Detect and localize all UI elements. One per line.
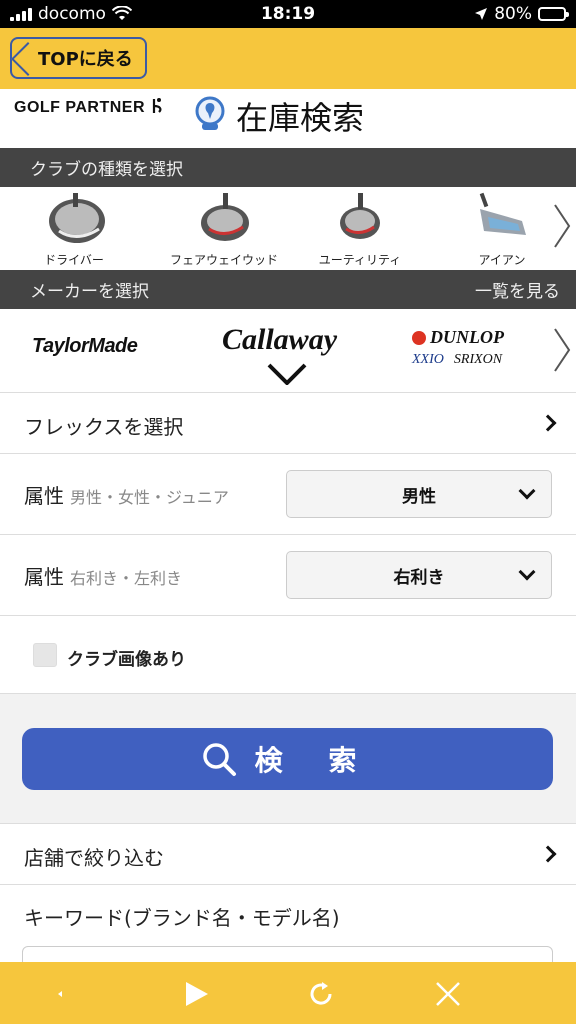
- gender-attribute-row: 属性 男性・女性・ジュニア 男性: [0, 454, 576, 535]
- callaway-chevron-mark: [267, 363, 307, 385]
- club-image-checkbox-label[interactable]: クラブ画像あり: [67, 645, 186, 670]
- club-item-label: フェアウェイウッド: [169, 253, 278, 267]
- club-image-checkbox[interactable]: [33, 643, 57, 667]
- search-magnifier-icon: [195, 96, 225, 130]
- gender-attribute-title: 属性: [24, 484, 64, 508]
- hand-attribute-row: 属性 右利き・左利き 右利き: [0, 535, 576, 616]
- chevron-down-icon: [518, 563, 536, 581]
- club-item-label: ドライバー: [44, 253, 104, 267]
- club-carousel-next-icon[interactable]: [551, 201, 575, 251]
- back-button-label: TOPに戻る: [38, 49, 133, 70]
- club-item-utility[interactable]: ユーティリティ: [300, 191, 420, 268]
- forward-nav-button[interactable]: [178, 976, 214, 1012]
- page-title-text: 在庫検索: [236, 99, 365, 137]
- maker-logo-callaway[interactable]: Callaway: [222, 323, 338, 385]
- gender-attribute-label: 属性 男性・女性・ジュニア: [24, 480, 229, 509]
- page: docomo 18:19 80% TOPに戻る GOLF PARTNER 在庫検…: [0, 0, 576, 1024]
- browser-toolbar: [0, 962, 576, 1024]
- maker-logo-text: Callaway: [222, 323, 338, 356]
- chevron-right-icon: [539, 845, 557, 863]
- hand-select[interactable]: 右利き: [286, 551, 552, 599]
- store-filter-label: 店舗で絞り込む: [24, 846, 164, 870]
- maker-logo-taylormade[interactable]: TaylorMade: [32, 335, 138, 358]
- status-bar: docomo 18:19 80%: [0, 0, 576, 28]
- search-button[interactable]: 検 索: [22, 728, 553, 790]
- hand-attribute-hint: 右利き・左利き: [70, 569, 183, 588]
- hand-select-value: 右利き: [393, 567, 445, 588]
- maker-logo-text: DUNLOP: [430, 327, 504, 347]
- play-forward-icon: [186, 982, 208, 1006]
- search-area: 検 索: [0, 694, 576, 824]
- golf-partner-logo[interactable]: GOLF PARTNER: [14, 97, 164, 117]
- top-header: TOPに戻る: [0, 28, 576, 89]
- maker-logo-text: TaylorMade: [32, 335, 138, 357]
- search-icon: [202, 743, 236, 776]
- club-type-carousel: ドライバー フェアウェイウッド ユーティリティ アイアン: [0, 187, 576, 269]
- close-button[interactable]: [430, 976, 466, 1012]
- gender-attribute-hint: 男性・女性・ジュニア: [70, 488, 229, 507]
- gender-select[interactable]: 男性: [286, 470, 552, 518]
- back-arrow-icon: [58, 991, 62, 997]
- store-filter-row[interactable]: 店舗で絞り込む: [0, 825, 576, 885]
- gender-select-value: 男性: [402, 486, 436, 507]
- image-filter-row: クラブ画像あり: [0, 616, 576, 694]
- back-to-top-button[interactable]: TOPに戻る: [10, 37, 147, 79]
- page-title: 在庫検索: [192, 93, 364, 139]
- driver-club-image: [49, 193, 105, 243]
- close-icon: [436, 982, 460, 1006]
- club-item-label: アイアン: [478, 253, 526, 267]
- flex-select-label: フレックスを選択: [24, 415, 184, 439]
- back-nav-button[interactable]: [42, 976, 78, 1012]
- chevron-right-icon: [539, 414, 557, 432]
- maker-section-header: メーカーを選択 一覧を見る: [0, 270, 576, 309]
- location-icon: [475, 8, 488, 20]
- srixon-logo-text: SRIXON: [453, 352, 503, 367]
- battery-percent: 80%: [494, 4, 532, 24]
- keyword-label: キーワード(ブランド名・モデル名): [24, 906, 340, 930]
- maker-list-link[interactable]: 一覧を見る: [475, 277, 560, 302]
- maker-logo-dunlop[interactable]: DUNLOP XXIO SRIXON: [412, 327, 552, 368]
- reload-icon: [310, 982, 332, 1005]
- golfer-mark-icon: [152, 98, 162, 113]
- club-type-section-header: クラブの種類を選択: [0, 148, 576, 187]
- dunlop-ball-icon: [412, 330, 426, 345]
- club-item-driver[interactable]: ドライバー: [14, 191, 134, 268]
- search-button-label: 検 索: [254, 744, 375, 777]
- club-item-fairway-wood[interactable]: フェアウェイウッド: [164, 191, 284, 268]
- fairway-wood-club-image: [201, 193, 249, 241]
- club-item-label: ユーティリティ: [318, 253, 402, 267]
- golf-partner-logo-text: GOLF PARTNER: [14, 99, 146, 116]
- hand-attribute-title: 属性: [24, 565, 64, 589]
- maker-section-title: メーカーを選択: [30, 282, 149, 302]
- club-type-section-title: クラブの種類を選択: [30, 160, 183, 180]
- club-item-iron[interactable]: アイアン: [446, 191, 558, 268]
- reload-button[interactable]: [303, 976, 339, 1012]
- battery-icon: [538, 7, 569, 21]
- xxio-logo-text: XXIO: [412, 352, 444, 367]
- hand-attribute-label: 属性 右利き・左利き: [24, 561, 182, 590]
- flex-select-row[interactable]: フレックスを選択: [0, 394, 576, 454]
- utility-club-image: [340, 193, 380, 239]
- chevron-down-icon: [518, 482, 536, 500]
- maker-carousel: TaylorMade Callaway DUNLOP XXIO SRIXON: [0, 309, 576, 393]
- maker-carousel-next-icon[interactable]: [551, 325, 575, 375]
- iron-club-image: [479, 192, 526, 235]
- logo-row: GOLF PARTNER 在庫検索: [0, 89, 576, 147]
